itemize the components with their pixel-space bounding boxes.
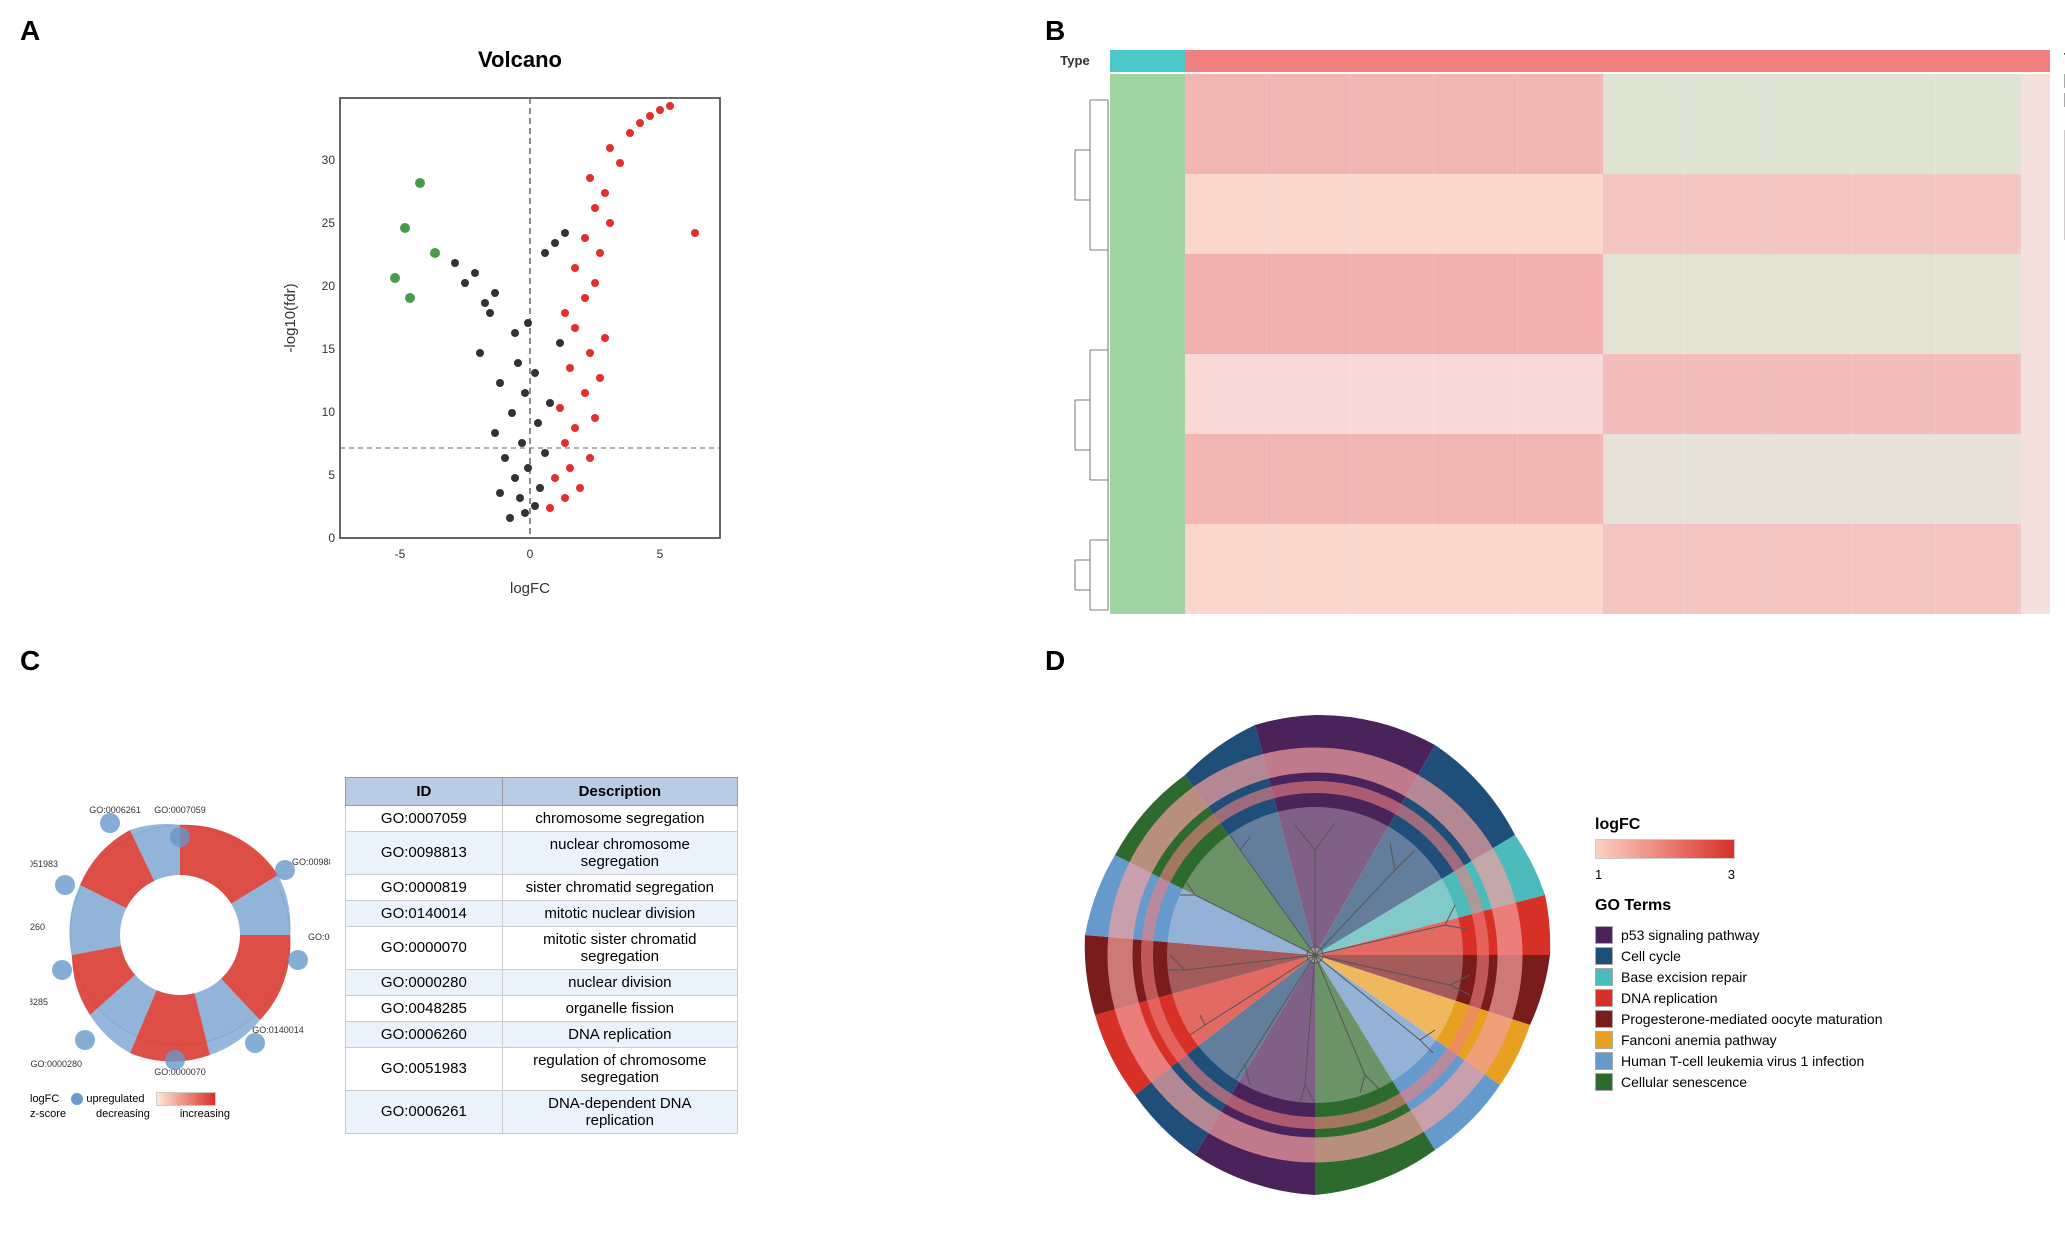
go-term-item: Base excision repair [1595, 968, 1882, 986]
go-term-item: Cellular senescence [1595, 1073, 1882, 1091]
go-desc-cell: nuclear division [502, 969, 737, 995]
go-term-label: p53 signaling pathway [1621, 927, 1760, 943]
go-term-swatch [1595, 989, 1613, 1007]
panel-a-label: A [20, 15, 40, 47]
svg-text:GO:0048285: GO:0048285 [30, 997, 48, 1007]
svg-text:-log10(fdr): -log10(fdr) [282, 283, 299, 352]
go-desc-cell: sister chromatid segregation [502, 874, 737, 900]
go-term-label: Cell cycle [1621, 948, 1681, 964]
svg-text:GO:0006260: GO:0006260 [30, 922, 45, 932]
go-term-item: p53 signaling pathway [1595, 926, 1882, 944]
svg-text:20: 20 [322, 279, 336, 293]
svg-text:5: 5 [657, 547, 664, 561]
go-id-cell: GO:0098813 [346, 831, 503, 874]
svg-text:GO:0140014: GO:0140014 [252, 1025, 304, 1035]
heatmap-dendrogram: Type [1040, 50, 1110, 630]
svg-text:5: 5 [328, 468, 335, 482]
go-desc-cell: mitotic sister chromatid segregation [502, 926, 737, 969]
logfc-min: 1 [1595, 867, 1602, 882]
go-term-label: Progesterone-mediated oocyte maturation [1621, 1011, 1882, 1027]
go-desc-cell: DNA-dependent DNA replication [502, 1090, 737, 1133]
go-desc-cell: mitotic nuclear division [502, 900, 737, 926]
go-desc-cell: regulation of chromosome segregation [502, 1047, 737, 1090]
logfc-range: 1 3 [1595, 867, 1735, 882]
go-term-swatch [1595, 968, 1613, 986]
go-term-swatch [1595, 1010, 1613, 1028]
go-desc-cell: nuclear chromosome segregation [502, 831, 737, 874]
go-desc-cell: organelle fission [502, 995, 737, 1021]
panel-d-label: D [1045, 645, 1065, 677]
svg-text:GO:0098813: GO:0098813 [292, 857, 330, 867]
svg-text:GO:0006261: GO:0006261 [89, 805, 141, 815]
go-desc-cell: DNA replication [502, 1021, 737, 1047]
panel-c-label: C [20, 645, 40, 677]
zscore-label: z-score [30, 1108, 66, 1120]
go-id-cell: GO:0000280 [346, 969, 503, 995]
go-term-item: Fanconi anemia pathway [1595, 1031, 1882, 1049]
go-term-swatch [1595, 1052, 1613, 1070]
go-id-cell: GO:0000819 [346, 874, 503, 900]
go-terms-title: GO Terms [1595, 897, 1882, 915]
svg-text:Type: Type [1060, 53, 1089, 68]
panel-a: A Volcano -log10(fdr) logFC 0 5 10 15 20… [10, 10, 1030, 635]
svg-text:10: 10 [322, 405, 336, 419]
svg-text:0: 0 [527, 547, 534, 561]
svg-text:30: 30 [322, 153, 336, 167]
go-term-swatch [1595, 947, 1613, 965]
go-term-item: Human T-cell leukemia virus 1 infection [1595, 1052, 1882, 1070]
go-term-label: Base excision repair [1621, 969, 1747, 985]
panel-b: B Type [1035, 10, 2055, 635]
go-term-label: Human T-cell leukemia virus 1 infection [1621, 1053, 1864, 1069]
increasing-label: increasing [180, 1108, 230, 1120]
svg-text:GO:0051983: GO:0051983 [30, 859, 58, 869]
go-table: ID Description GO:0007059chromosome segr… [345, 777, 738, 1134]
go-circular: GO:0007059 GO:0098813 GO:0000819 GO:0140… [30, 785, 330, 1085]
panel-d: D [1035, 640, 2055, 1250]
svg-text:logFC: logFC [510, 580, 550, 597]
go-id-cell: GO:0051983 [346, 1047, 503, 1090]
svg-text:25: 25 [322, 216, 336, 230]
decreasing-label: decreasing [96, 1108, 150, 1120]
logfc-legend-title: logFC [1595, 816, 1882, 834]
go-desc-cell: chromosome segregation [502, 805, 737, 831]
go-id-cell: GO:0006261 [346, 1090, 503, 1133]
logfc-max: 3 [1728, 867, 1735, 882]
volcano-plot: -log10(fdr) logFC 0 5 10 15 20 25 30 -5 … [280, 78, 760, 598]
go-term-item: Cell cycle [1595, 947, 1882, 965]
svg-text:GO:0000819: GO:0000819 [308, 932, 330, 942]
heatmap-grid [1110, 74, 2050, 614]
circular-tree [1055, 695, 1575, 1215]
go-term-swatch [1595, 1073, 1613, 1091]
panel-b-label: B [1045, 15, 1065, 47]
go-term-label: DNA replication [1621, 990, 1718, 1006]
go-id-cell: GO:0000070 [346, 926, 503, 969]
go-term-item: DNA replication [1595, 989, 1882, 1007]
svg-text:-5: -5 [395, 547, 406, 561]
go-term-item: Progesterone-mediated oocyte maturation [1595, 1010, 1882, 1028]
d-legend: logFC 1 3 GO Terms p53 signaling pathway… [1595, 816, 1882, 1094]
svg-text:0: 0 [328, 531, 335, 545]
go-term-label: Cellular senescence [1621, 1074, 1747, 1090]
go-term-swatch [1595, 1031, 1613, 1049]
svg-text:15: 15 [322, 342, 336, 356]
go-id-cell: GO:0048285 [346, 995, 503, 1021]
logfc-legend-label: logFC [30, 1093, 59, 1105]
logfc-gradient-bar [1595, 839, 1735, 859]
table-header-id: ID [346, 777, 503, 805]
table-header-desc: Description [502, 777, 737, 805]
upregulated-label: upregulated [86, 1093, 144, 1105]
main-container: A Volcano -log10(fdr) logFC 0 5 10 15 20… [0, 0, 2065, 1260]
panel-c: C [10, 640, 1030, 1250]
svg-text:GO:0007059: GO:0007059 [154, 805, 206, 815]
go-id-cell: GO:0007059 [346, 805, 503, 831]
go-term-label: Fanconi anemia pathway [1621, 1032, 1777, 1048]
go-id-cell: GO:0140014 [346, 900, 503, 926]
svg-text:GO:0000280: GO:0000280 [30, 1059, 82, 1069]
go-id-cell: GO:0006260 [346, 1021, 503, 1047]
go-term-swatch [1595, 926, 1613, 944]
volcano-title: Volcano [478, 47, 562, 73]
